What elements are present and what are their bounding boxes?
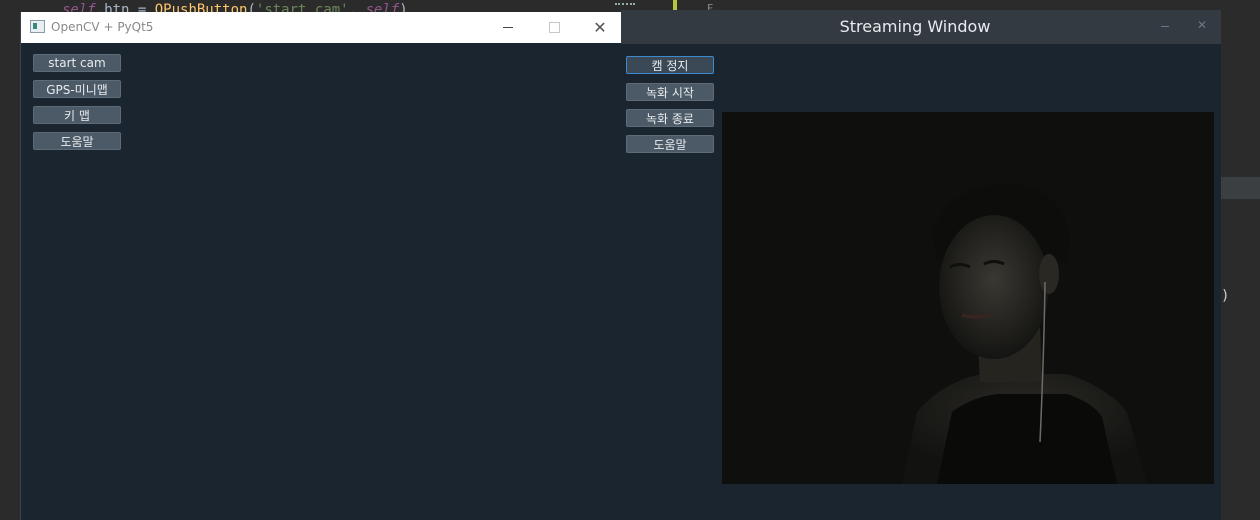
streaming-window-title: Streaming Window [839, 17, 991, 36]
minimize-button[interactable] [485, 12, 531, 43]
close-icon: ✕ [593, 18, 607, 37]
maximize-button[interactable] [531, 12, 577, 43]
stop-cam-button[interactable]: 캠 정지 [626, 56, 714, 74]
start-cam-button[interactable]: start cam [33, 54, 121, 72]
keymap-button[interactable]: 키 맵 [33, 106, 121, 124]
help-button[interactable]: 도움말 [626, 135, 714, 153]
webcam-image [722, 112, 1214, 484]
maximize-icon [548, 22, 560, 33]
help-button[interactable]: 도움말 [33, 132, 121, 150]
ide-change-marker [673, 0, 677, 10]
main-window: OpenCV + PyQt5 ✕ start cam GPS-미니맵 키 맵 도… [20, 12, 623, 520]
streaming-window: Streaming Window ✕ 캠 정지 녹화 시작 녹화 종료 도움말 [621, 10, 1221, 520]
start-recording-button[interactable]: 녹화 시작 [626, 83, 714, 101]
minimize-icon[interactable] [1161, 26, 1169, 27]
main-window-title: OpenCV + PyQt5 [51, 20, 154, 34]
streaming-window-titlebar[interactable]: Streaming Window ✕ [621, 10, 1221, 44]
main-window-titlebar[interactable]: OpenCV + PyQt5 ✕ [21, 12, 623, 43]
gps-minimap-button[interactable]: GPS-미니맵 [33, 80, 121, 98]
close-icon[interactable]: ✕ [1197, 18, 1207, 32]
camera-video-feed [722, 112, 1214, 484]
minimize-icon [503, 27, 513, 28]
ide-line-highlight [1221, 177, 1260, 199]
ide-paren: ) [1221, 288, 1230, 304]
close-button[interactable]: ✕ [577, 12, 623, 43]
app-icon [30, 20, 45, 33]
stop-recording-button[interactable]: 녹화 종료 [626, 109, 714, 127]
